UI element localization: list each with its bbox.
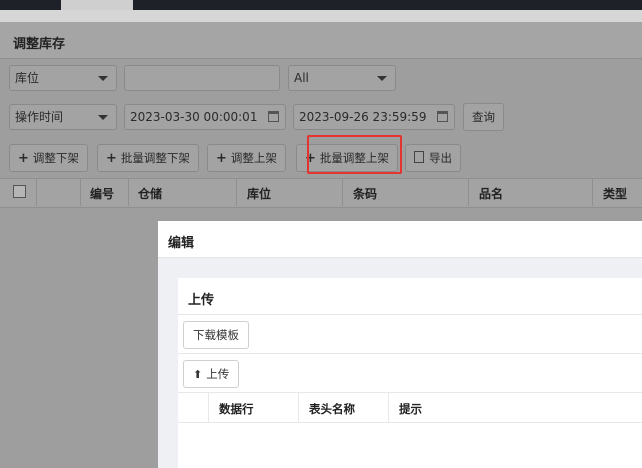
column-divider xyxy=(342,179,343,206)
time-type-select[interactable]: 操作时间 xyxy=(9,104,117,130)
column-divider xyxy=(128,179,129,206)
download-template-button[interactable]: 下载模板 xyxy=(183,321,249,349)
column-header-header-name: 表头名称 xyxy=(309,402,355,416)
export-button[interactable]: 导出 xyxy=(405,144,461,172)
plus-icon: + xyxy=(18,151,29,166)
plus-icon: + xyxy=(216,151,227,166)
panel-header xyxy=(0,22,642,59)
time-type-value: 操作时间 xyxy=(15,110,64,124)
modal-body: 上传 下载模板 ⬆ 上传 数据行 表头名称 提示 xyxy=(158,258,642,468)
column-header-id[interactable]: 编号 xyxy=(90,185,114,202)
upload-button[interactable]: ⬆ 上传 xyxy=(183,360,240,388)
location-type-value: 库位 xyxy=(15,71,40,85)
column-divider xyxy=(468,179,469,206)
chevron-down-icon xyxy=(377,76,387,81)
column-divider xyxy=(236,179,237,206)
top-nav-bar xyxy=(0,0,642,10)
upload-card: 上传 下载模板 ⬆ 上传 数据行 表头名称 提示 xyxy=(178,278,642,468)
edit-modal: 编辑 上传 下载模板 ⬆ 上传 数据行 表头名称 提示 xyxy=(158,221,642,468)
modal-header: 编辑 xyxy=(158,221,642,258)
adjust-up-button[interactable]: + 调整上架 xyxy=(207,144,286,172)
column-divider xyxy=(298,392,299,422)
divider xyxy=(178,392,642,393)
location-type-select[interactable]: 库位 xyxy=(9,65,117,91)
query-button[interactable]: 查询 xyxy=(463,103,504,131)
page-title: 调整库存 xyxy=(13,37,66,52)
column-header-type[interactable]: 类型 xyxy=(603,185,627,202)
column-header-barcode[interactable]: 条码 xyxy=(353,185,377,202)
adjust-down-button[interactable]: + 调整下架 xyxy=(9,144,88,172)
start-time-value: 2023-03-30 00:00:01 xyxy=(130,110,258,124)
chevron-down-icon xyxy=(98,76,108,81)
upload-icon: ⬆ xyxy=(193,368,203,381)
column-divider xyxy=(208,392,209,422)
column-divider xyxy=(36,179,37,206)
plus-icon: + xyxy=(106,151,117,166)
start-time-input[interactable]: 2023-03-30 00:00:01 xyxy=(124,104,286,130)
calendar-icon xyxy=(437,111,448,122)
column-divider xyxy=(388,392,389,422)
location-input[interactable] xyxy=(124,65,280,91)
file-export-icon xyxy=(414,151,424,163)
column-header-location[interactable]: 库位 xyxy=(247,185,271,202)
column-header-hint: 提示 xyxy=(399,402,422,416)
end-time-input[interactable]: 2023-09-26 23:59:59 xyxy=(293,104,455,130)
select-all-checkbox[interactable] xyxy=(13,185,26,198)
divider xyxy=(178,422,642,423)
batch-adjust-down-button[interactable]: + 批量调整下架 xyxy=(97,144,199,172)
column-divider xyxy=(592,179,593,206)
divider xyxy=(178,314,642,315)
column-header-warehouse[interactable]: 仓储 xyxy=(138,185,162,202)
column-header-product-name[interactable]: 品名 xyxy=(479,185,503,202)
upload-card-title: 上传 xyxy=(188,293,215,308)
modal-title: 编辑 xyxy=(168,236,195,251)
calendar-icon xyxy=(268,111,279,122)
chevron-down-icon xyxy=(98,115,108,120)
end-time-value: 2023-09-26 23:59:59 xyxy=(299,110,427,124)
column-header-data-row: 数据行 xyxy=(219,402,254,416)
status-select[interactable]: All xyxy=(288,65,396,91)
status-value: All xyxy=(294,71,309,85)
column-divider xyxy=(80,179,81,206)
highlight-box xyxy=(307,135,402,174)
active-nav-tab[interactable] xyxy=(61,0,133,10)
divider xyxy=(178,353,642,354)
